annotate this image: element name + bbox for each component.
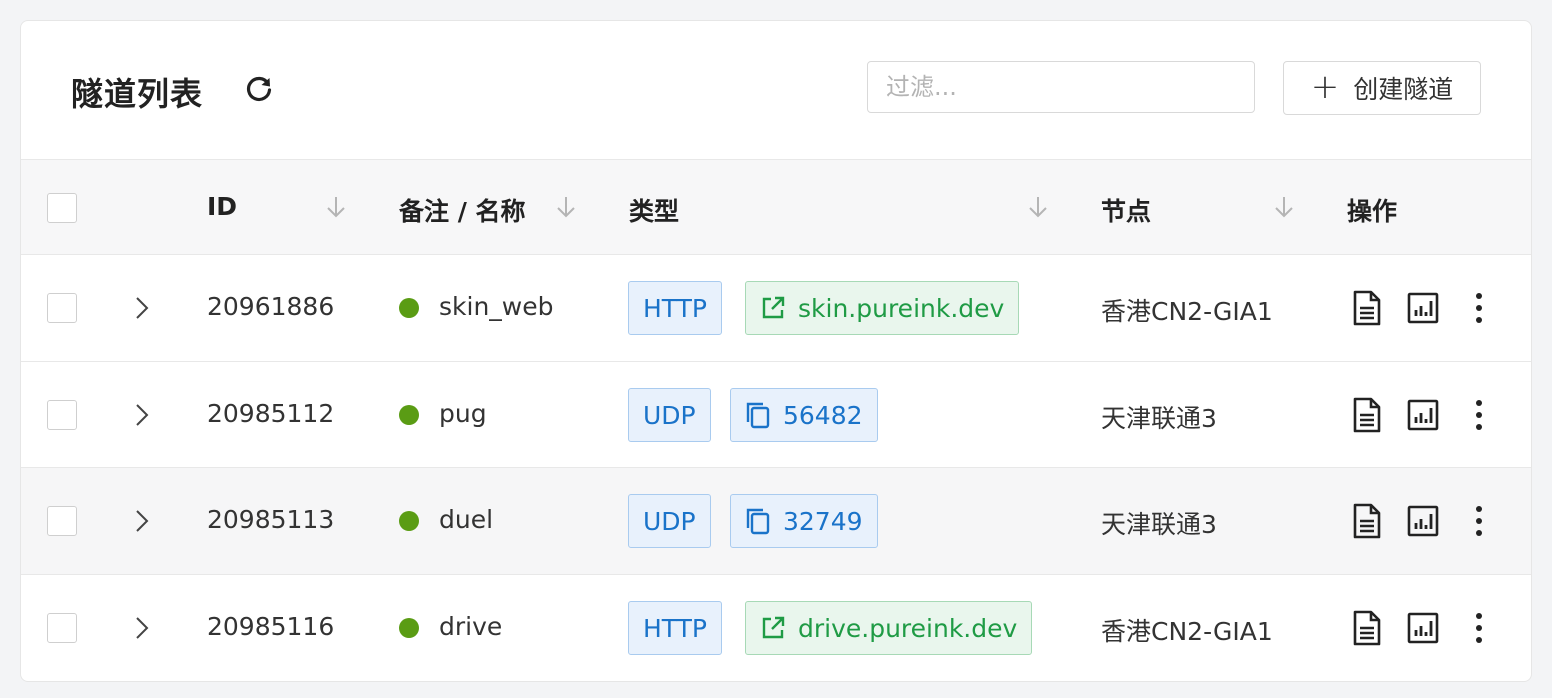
table-row[interactable]: 20985116 drive HTTP drive.pureink.dev 香港… xyxy=(21,575,1531,681)
node-name: 香港CN2-GIA1 xyxy=(1101,297,1273,326)
type-tag: HTTP xyxy=(628,281,722,335)
status-dot xyxy=(399,298,419,318)
tunnel-name: duel xyxy=(439,505,494,534)
document-icon[interactable] xyxy=(1351,290,1383,326)
tunnel-id: 20985113 xyxy=(207,505,335,534)
port-text: 56482 xyxy=(783,400,863,430)
external-link-icon xyxy=(762,616,785,639)
status-dot xyxy=(399,511,419,531)
tunnel-name: drive xyxy=(439,612,503,641)
document-icon[interactable] xyxy=(1351,397,1383,433)
chevron-right-icon[interactable] xyxy=(133,616,151,640)
endpoint-link-text: drive.pureink.dev xyxy=(798,613,1018,643)
more-vertical-icon[interactable] xyxy=(1463,610,1495,646)
row-checkbox[interactable] xyxy=(47,506,77,536)
row-checkbox[interactable] xyxy=(47,293,77,323)
type-tag: UDP xyxy=(628,494,711,548)
status-dot xyxy=(399,618,419,638)
table-row[interactable]: 20985113 duel UDP 32749 天津联通3 xyxy=(21,468,1531,575)
document-icon[interactable] xyxy=(1351,610,1383,646)
tunnel-id: 20985112 xyxy=(207,399,335,428)
node-name: 香港CN2-GIA1 xyxy=(1101,617,1273,646)
select-all-checkbox[interactable] xyxy=(47,193,77,223)
page-title: 隧道列表 xyxy=(71,75,204,113)
tunnel-id: 20961886 xyxy=(207,292,335,321)
status-dot xyxy=(399,405,419,425)
chevron-right-icon[interactable] xyxy=(133,296,151,320)
port-text: 32749 xyxy=(783,506,863,536)
create-tunnel-button[interactable]: + 创建隧道 xyxy=(1283,61,1481,115)
tunnel-list-card: 隧道列表 + 创建隧道 ID 备注 / 名称 类型 节点 操作 20961886… xyxy=(20,20,1532,682)
port-copy-tag[interactable]: 56482 xyxy=(730,388,878,442)
row-checkbox[interactable] xyxy=(47,613,77,643)
more-vertical-icon[interactable] xyxy=(1463,397,1495,433)
column-type[interactable]: 类型 xyxy=(629,192,679,228)
row-checkbox[interactable] xyxy=(47,400,77,430)
sort-arrow-icon[interactable] xyxy=(1273,194,1295,220)
chart-icon[interactable] xyxy=(1407,397,1439,433)
table-row[interactable]: 20961886 skin_web HTTP skin.pureink.dev … xyxy=(21,255,1531,362)
table-row[interactable]: 20985112 pug UDP 56482 天津联通3 xyxy=(21,362,1531,468)
column-id[interactable]: ID xyxy=(207,192,237,221)
document-icon[interactable] xyxy=(1351,503,1383,539)
column-node[interactable]: 节点 xyxy=(1101,192,1151,228)
plus-icon: + xyxy=(1310,66,1340,107)
chevron-right-icon[interactable] xyxy=(133,509,151,533)
chart-icon[interactable] xyxy=(1407,610,1439,646)
tunnel-name: skin_web xyxy=(439,292,554,321)
tunnel-name: pug xyxy=(439,399,487,428)
sort-arrow-icon[interactable] xyxy=(325,194,347,220)
endpoint-link[interactable]: drive.pureink.dev xyxy=(745,601,1033,655)
refresh-icon[interactable] xyxy=(243,73,275,105)
sort-arrow-icon[interactable] xyxy=(555,194,577,220)
column-name[interactable]: 备注 / 名称 xyxy=(399,192,526,228)
more-vertical-icon[interactable] xyxy=(1463,290,1495,326)
chart-icon[interactable] xyxy=(1407,503,1439,539)
filter-input[interactable] xyxy=(867,61,1255,113)
card-header: 隧道列表 + 创建隧道 xyxy=(21,21,1531,159)
port-copy-tag[interactable]: 32749 xyxy=(730,494,878,548)
endpoint-link[interactable]: skin.pureink.dev xyxy=(745,281,1020,335)
copy-icon xyxy=(746,508,770,535)
type-tag: UDP xyxy=(628,388,711,442)
more-vertical-icon[interactable] xyxy=(1463,503,1495,539)
create-tunnel-label: 创建隧道 xyxy=(1353,75,1454,104)
copy-icon xyxy=(746,402,770,429)
node-name: 天津联通3 xyxy=(1101,510,1217,539)
sort-arrow-icon[interactable] xyxy=(1027,194,1049,220)
chevron-right-icon[interactable] xyxy=(133,403,151,427)
column-actions: 操作 xyxy=(1347,197,1398,226)
tunnel-id: 20985116 xyxy=(207,612,335,641)
chart-icon[interactable] xyxy=(1407,290,1439,326)
type-tag: HTTP xyxy=(628,601,722,655)
endpoint-link-text: skin.pureink.dev xyxy=(798,293,1005,323)
node-name: 天津联通3 xyxy=(1101,404,1217,433)
table-header: ID 备注 / 名称 类型 节点 操作 xyxy=(21,159,1531,255)
external-link-icon xyxy=(762,296,785,319)
